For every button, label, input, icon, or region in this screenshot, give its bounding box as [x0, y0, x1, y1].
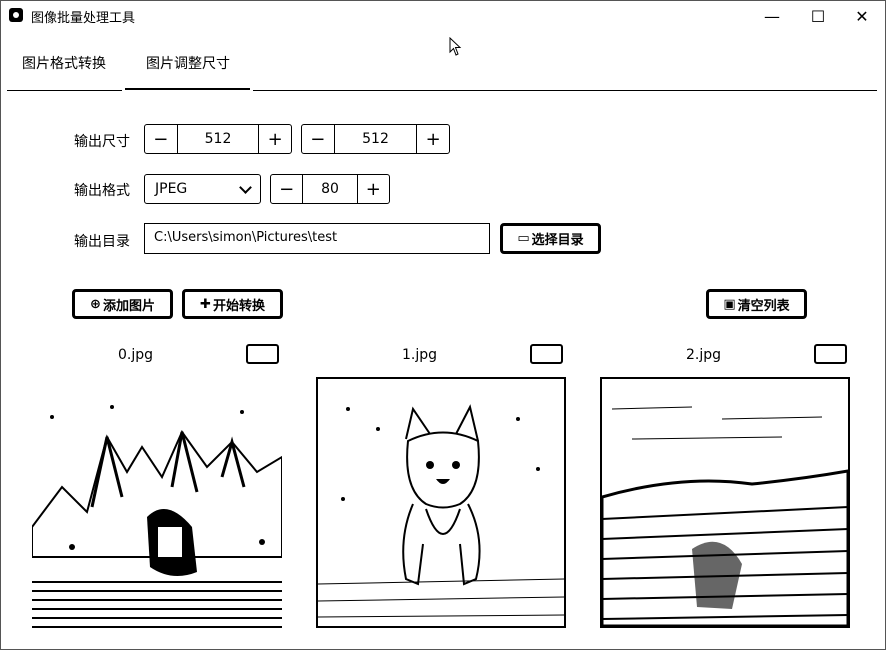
image-filename: 2.jpg [686, 347, 722, 363]
add-images-button[interactable]: ⊕ 添加图片 [72, 289, 173, 319]
clear-list-button[interactable]: ▣ 清空列表 [706, 289, 807, 319]
width-input[interactable]: 512 [176, 125, 260, 153]
start-convert-label: 开始转换 [212, 298, 265, 314]
maximize-button[interactable]: ☐ [795, 1, 841, 31]
close-button[interactable]: ✕ [839, 1, 885, 31]
maximize-icon: ☐ [810, 6, 826, 26]
active-tab-indicator [125, 88, 250, 90]
format-select[interactable]: JPEG [144, 174, 261, 204]
title-bar: 图像批量处理工具 — ☐ ✕ [1, 1, 885, 31]
tab-divider [7, 90, 122, 91]
width-decrement-button[interactable]: − [145, 125, 177, 153]
output-dir-input[interactable]: C:\Users\simon\Pictures\test [144, 223, 490, 254]
quality-input[interactable]: 80 [302, 175, 358, 203]
tab-divider [253, 90, 877, 91]
start-convert-button[interactable]: ✚ 开始转换 [182, 289, 283, 319]
image-select-checkbox[interactable] [814, 344, 847, 364]
close-icon: ✕ [855, 6, 869, 26]
trash-icon: ▣ [723, 296, 736, 312]
start-icon: ✚ [200, 296, 211, 312]
height-stepper: − 512 + [301, 124, 450, 154]
image-select-checkbox[interactable] [246, 344, 279, 364]
height-increment-button[interactable]: + [417, 125, 449, 153]
output-format-label: 输出格式 [74, 183, 130, 199]
minimize-button[interactable]: — [749, 1, 795, 31]
folder-icon: ▭ [517, 231, 530, 246]
image-thumbnail [316, 377, 566, 628]
add-images-label: 添加图片 [102, 298, 155, 314]
output-size-label: 输出尺寸 [74, 134, 130, 150]
add-icon: ⊕ [90, 296, 101, 312]
image-thumbnail [600, 377, 850, 628]
tab-bar: 图片格式转换 图片调整尺寸 [1, 41, 885, 91]
corgi-dog-sketch [318, 379, 564, 626]
clear-list-label: 清空列表 [737, 298, 790, 314]
tab-format-convert[interactable]: 图片格式转换 [22, 53, 106, 73]
choose-dir-button[interactable]: ▭ 选择目录 [500, 223, 601, 254]
quality-increment-button[interactable]: + [358, 175, 389, 203]
height-decrement-button[interactable]: − [302, 125, 334, 153]
chevron-down-icon [239, 181, 252, 194]
quality-stepper: − 80 + [270, 174, 390, 204]
minimize-icon: — [764, 6, 780, 26]
landscape-sketch [602, 379, 848, 626]
tab-resize[interactable]: 图片调整尺寸 [146, 53, 230, 73]
window-title: 图像批量处理工具 [31, 11, 136, 26]
image-filename: 0.jpg [118, 347, 154, 363]
width-stepper: − 512 + [144, 124, 292, 154]
format-value: JPEG [155, 181, 188, 197]
app-window: 图像批量处理工具 — ☐ ✕ 图片格式转换 图片调整尺寸 输出尺寸 − 512 … [0, 0, 886, 650]
mountain-lake-sketch [32, 377, 282, 631]
mouse-cursor-icon [449, 37, 462, 56]
quality-decrement-button[interactable]: − [271, 175, 302, 203]
height-input[interactable]: 512 [333, 125, 418, 153]
output-dir-value: C:\Users\simon\Pictures\test [154, 230, 338, 245]
image-select-checkbox[interactable] [530, 344, 563, 364]
width-increment-button[interactable]: + [259, 125, 291, 153]
output-dir-label: 输出目录 [74, 234, 130, 250]
image-filename: 1.jpg [402, 347, 438, 363]
choose-dir-label: 选择目录 [531, 233, 584, 248]
image-thumbnail [32, 377, 282, 631]
app-icon [9, 8, 23, 22]
